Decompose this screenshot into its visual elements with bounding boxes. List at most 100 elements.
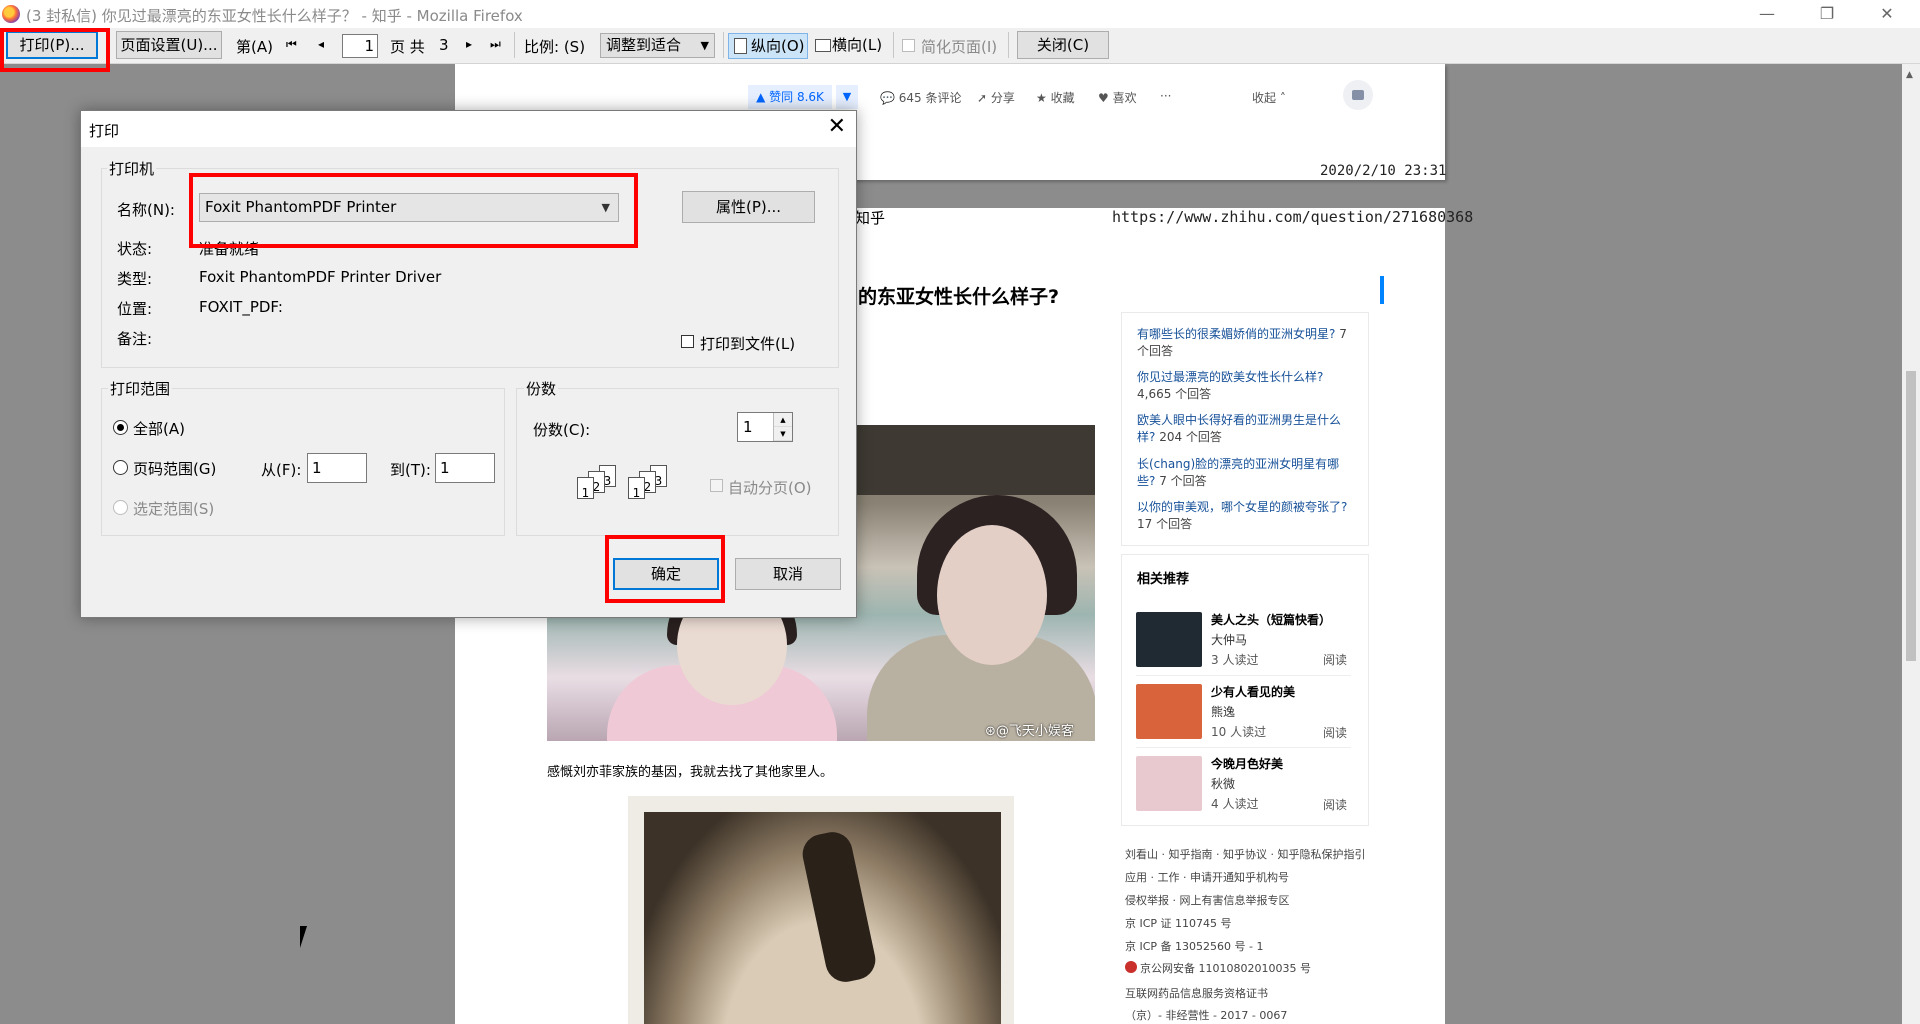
scale-select[interactable]: 调整到适合 ▼ <box>600 33 715 58</box>
copies-stepper[interactable]: 1 ▲ ▼ <box>737 412 793 442</box>
print-preview-toolbar: 打印(P)... 页面设置(U)... 第(A) ⏮ ◂ 1 页 共 3 ▸ ⏭… <box>0 28 1920 64</box>
cancel-button[interactable]: 取消 <box>735 558 841 590</box>
share-action: ➚ 分享 <box>977 91 1015 105</box>
footer-line: 京公网安备 11010802010035 号 <box>1140 962 1311 975</box>
answer-count: 4,665 个回答 <box>1137 387 1212 401</box>
next-page-icon[interactable]: ▸ <box>466 37 472 51</box>
page2-header-site: 知乎 <box>855 209 886 227</box>
share-label: 分享 <box>990 91 1015 105</box>
dialog-titlebar: 打印 ✕ <box>81 111 856 147</box>
page-number-label: 第(A) <box>236 38 273 56</box>
stepper-up-icon[interactable]: ▲ <box>774 413 792 427</box>
page-range-radio[interactable] <box>113 460 128 475</box>
stepper-buttons[interactable]: ▲ ▼ <box>773 413 792 441</box>
minimize-icon[interactable]: — <box>1744 4 1790 26</box>
divider <box>1136 747 1351 748</box>
related-question-title: 有哪些长的很柔媚娇俏的亚洲女明星? <box>1137 327 1336 341</box>
copies-group <box>516 388 839 536</box>
toolbar-divider <box>1008 32 1009 58</box>
portrait-button[interactable]: 纵向(O) <box>728 33 808 59</box>
toolbar-divider <box>514 32 515 58</box>
previous-page-icon[interactable]: ◂ <box>318 37 324 51</box>
collapse-action: 收起 ˄ <box>1252 91 1286 105</box>
book-name: 美人之头（短篇快看） <box>1211 613 1332 627</box>
like-action: ♥ 喜欢 <box>1098 91 1137 105</box>
favorite-action: ★ 收藏 <box>1036 91 1075 105</box>
question-title: 的东亚女性长什么样子? <box>858 286 1060 308</box>
to-page-input[interactable]: 1 <box>435 453 495 483</box>
divider <box>1136 675 1351 676</box>
highlight-ok-button <box>605 535 725 603</box>
dialog-title: 打印 <box>89 122 120 140</box>
selection-radio[interactable] <box>113 500 128 515</box>
answer-count: 204 个回答 <box>1159 430 1222 444</box>
footer-line: 互联网药品信息服务资格证书 <box>1125 987 1268 1000</box>
all-pages-label: 全部(A) <box>133 420 185 438</box>
book-read-link: 阅读 <box>1323 653 1348 667</box>
book-author: 熊逸 <box>1211 705 1236 719</box>
footer-police-line: 京公网安备 11010802010035 号 <box>1125 960 1311 976</box>
answer-count: 7 个回答 <box>1159 474 1207 488</box>
footer-line: 京 ICP 备 13052560 号 - 1 <box>1125 940 1264 953</box>
landscape-button[interactable]: 横向(L) <box>810 33 892 59</box>
simplify-label: 简化页面(I) <box>921 38 998 56</box>
book-cover-image <box>1136 684 1202 739</box>
footer-line: 京 ICP 证 110745 号 <box>1125 917 1232 930</box>
scroll-up-icon[interactable]: ▲ <box>1906 70 1913 80</box>
collate-checkbox[interactable] <box>710 479 723 492</box>
page-range-label: 页码范围(G) <box>133 460 217 478</box>
book-name: 今晚月色好美 <box>1211 757 1284 771</box>
location-label: 位置: <box>117 300 153 318</box>
related-question-item: 以你的审美观，哪个女星的颜被夸张了? 17 个回答 <box>1137 499 1352 533</box>
restore-icon[interactable]: ❐ <box>1804 4 1850 26</box>
properties-button[interactable]: 属性(P)... <box>682 191 815 223</box>
first-page-icon[interactable]: ⏮ <box>286 37 297 52</box>
collate-icon: 3 2 1 <box>577 465 621 505</box>
page-number-input[interactable]: 1 <box>342 34 378 58</box>
printer-name-label: 名称(N): <box>117 201 175 219</box>
package-icon <box>1343 80 1373 110</box>
related-question-item: 有哪些长的很柔媚娇俏的亚洲女明星? 7 个回答 <box>1137 326 1352 360</box>
collate-label: 自动分页(O) <box>728 479 812 497</box>
page1-footer-datetime: 2020/2/10 23:31 <box>1320 163 1447 179</box>
toolbar-divider <box>893 32 894 58</box>
close-preview-button[interactable]: 关闭(C) <box>1017 31 1109 59</box>
scrollbar-thumb[interactable] <box>1906 371 1916 661</box>
book-read-link: 阅读 <box>1323 726 1348 740</box>
watermark-text: @飞天小娱客 <box>995 724 1074 739</box>
title-accent-bar <box>1380 276 1384 304</box>
related-question-title: 你见过最漂亮的欧美女性长什么样? <box>1137 370 1324 384</box>
more-action: ··· <box>1160 89 1172 103</box>
photo-figure <box>798 828 880 986</box>
type-label: 类型: <box>117 270 153 288</box>
firefox-logo-icon <box>2 5 20 23</box>
scale-value: 调整到适合 <box>606 36 682 54</box>
page-total-label: 页 共 <box>390 38 425 56</box>
simplify-checkbox[interactable] <box>902 39 915 52</box>
location-value: FOXIT_PDF: <box>199 298 283 316</box>
comments-action: 💬 645 条评论 <box>880 91 962 105</box>
window-close-icon[interactable]: ✕ <box>1864 4 1910 26</box>
upvote-button: ▲ 赞同 8.6K <box>748 85 832 109</box>
total-pages-value: 3 <box>439 36 449 54</box>
collate-icon: 3 2 1 <box>628 465 672 505</box>
dialog-close-icon[interactable]: ✕ <box>828 114 846 139</box>
vertical-scrollbar[interactable]: ▲ <box>1902 64 1920 1024</box>
stepper-down-icon[interactable]: ▼ <box>774 427 792 441</box>
copies-label: 份数(C): <box>533 421 591 439</box>
related-question-item: 欧美人眼中长得好看的亚洲男生是什么样? 204 个回答 <box>1137 412 1352 446</box>
page-setup-button[interactable]: 页面设置(U)... <box>116 31 222 59</box>
comment-label: 备注: <box>117 330 153 348</box>
book-read-link: 阅读 <box>1323 798 1348 812</box>
all-pages-radio[interactable] <box>113 420 128 435</box>
book-cover-image <box>1136 756 1202 811</box>
print-to-file-checkbox[interactable] <box>681 335 694 348</box>
last-page-icon[interactable]: ⏭ <box>490 37 501 52</box>
book-cover-image <box>1136 612 1202 667</box>
photo-figure <box>937 525 1047 665</box>
from-page-input[interactable]: 1 <box>307 453 367 483</box>
chevron-down-icon: ▼ <box>700 39 709 52</box>
copies-group-label: 份数 <box>524 378 559 399</box>
police-badge-icon <box>1125 961 1137 973</box>
related-question-item: 长(chang)脸的漂亮的亚洲女明星有哪些? 7 个回答 <box>1137 456 1352 490</box>
